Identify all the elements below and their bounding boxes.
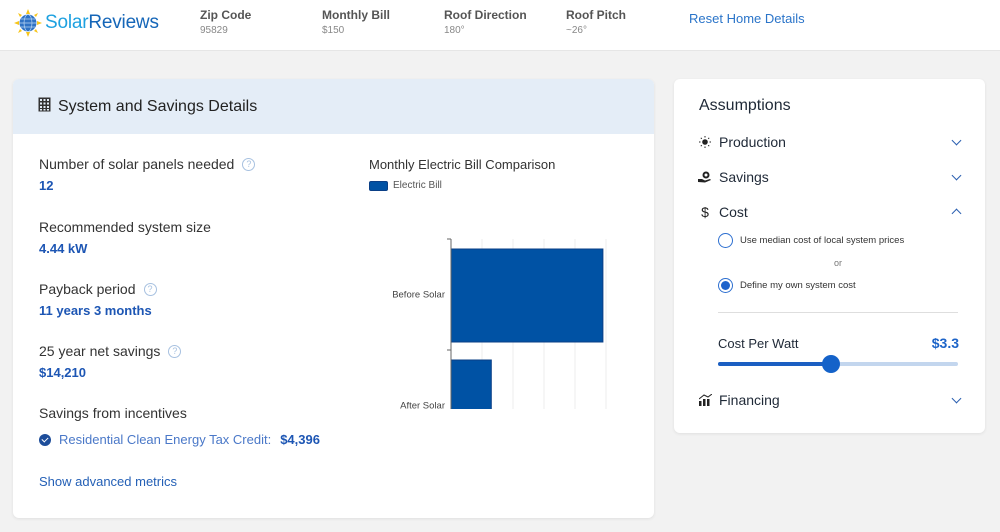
accordion-label: Cost	[719, 204, 748, 220]
top-bar: SolarReviews Zip Code 95829 Monthly Bill…	[0, 0, 1000, 51]
metric-net-savings: 25 year net savings? $14,210	[39, 343, 182, 380]
metric-value: 11 years 3 months	[39, 303, 152, 318]
chart-bars-icon	[698, 394, 712, 406]
chart-legend[interactable]: Electric Bill	[369, 180, 442, 191]
metric-label: Recommended system size	[39, 219, 211, 235]
chart-title: Monthly Electric Bill Comparison	[369, 157, 556, 172]
roof-direction-value: 180°	[444, 25, 465, 36]
chevron-up-icon	[951, 208, 962, 219]
incentives-label: Savings from incentives	[39, 405, 187, 421]
metric-label: Payback period	[39, 281, 136, 297]
incentives-section: Savings from incentives	[39, 405, 187, 421]
sun-globe-logo-icon	[14, 9, 42, 37]
legend-label: Electric Bill	[393, 180, 442, 191]
metric-value: 12	[39, 178, 54, 193]
radio-label: Use median cost of local system prices	[740, 235, 905, 246]
accordion-label: Savings	[719, 169, 769, 185]
zip-code-value: 95829	[200, 25, 228, 36]
bar-after-solar[interactable]	[450, 359, 492, 409]
metric-value: $14,210	[39, 365, 86, 380]
radio-own-cost[interactable]	[718, 278, 733, 293]
accordion-label: Production	[719, 134, 786, 150]
system-savings-title: System and Savings Details	[58, 97, 258, 115]
accordion-label: Financing	[719, 392, 780, 408]
accordion-financing[interactable]: Financing	[698, 389, 962, 411]
cost-per-watt-slider[interactable]	[718, 355, 958, 373]
roof-pitch-label: Roof Pitch	[566, 8, 626, 22]
help-icon[interactable]: ?	[143, 282, 157, 296]
accordion-savings[interactable]: Savings	[698, 166, 962, 188]
help-icon[interactable]: ?	[168, 344, 182, 358]
divider	[718, 312, 958, 313]
incentive-value: $4,396	[280, 432, 320, 447]
metric-label: 25 year net savings	[39, 343, 161, 359]
option-own-cost[interactable]: Define my own system cost	[718, 278, 856, 293]
option-median-cost[interactable]: Use median cost of local system prices	[718, 233, 904, 248]
legend-swatch	[369, 180, 388, 191]
zip-code-field: Zip Code 95829	[200, 8, 251, 36]
metric-value: 4.44 kW	[39, 241, 88, 256]
monthly-bill-label: Monthly Bill	[322, 8, 390, 22]
roof-direction-label: Roof Direction	[444, 8, 527, 22]
or-separator: or	[834, 258, 843, 268]
chevron-down-icon	[951, 135, 962, 145]
hand-coin-icon	[698, 171, 712, 183]
chevron-down-icon	[951, 170, 962, 180]
roof-direction-field: Roof Direction 180°	[444, 8, 527, 36]
bar-before-solar[interactable]	[450, 248, 604, 343]
slider-thumb[interactable]	[821, 355, 840, 373]
system-savings-header: System and Savings Details	[13, 79, 654, 134]
check-circle-icon	[39, 433, 51, 446]
brand-name: SolarReviews	[45, 12, 159, 33]
slider-fill	[718, 362, 831, 366]
solar-panel-grid-icon	[38, 97, 51, 117]
roof-pitch-field: Roof Pitch ~26°	[566, 8, 626, 36]
incentive-label[interactable]: Residential Clean Energy Tax Credit:	[59, 432, 271, 447]
accordion-cost[interactable]: $ Cost	[698, 201, 962, 223]
category-label: Before Solar	[392, 290, 445, 301]
metric-payback-period: Payback period? 11 years 3 months	[39, 281, 157, 318]
solarreviews-logo[interactable]: SolarReviews	[14, 9, 159, 37]
zip-code-label: Zip Code	[200, 8, 252, 22]
radio-label: Define my own system cost	[740, 280, 856, 291]
metric-panels-needed: Number of solar panels needed? 12	[39, 156, 256, 193]
monthly-bill-field: Monthly Bill $150	[322, 8, 390, 36]
monthly-bill-value: $150	[322, 25, 345, 36]
assumptions-card: Assumptions Production Savings $ Cost Us…	[674, 79, 985, 433]
bill-comparison-chart: Before SolarAfter Solar$0$20$40$60$80$10…	[392, 238, 607, 410]
cost-per-watt-value: $3.3	[931, 335, 959, 351]
reset-home-details-link[interactable]: Reset Home Details	[689, 11, 805, 26]
category-label: After Solar	[400, 401, 445, 410]
dollar-icon: $	[701, 204, 709, 220]
accordion-production[interactable]: Production	[698, 131, 962, 153]
incentive-item: Residential Clean Energy Tax Credit: $4,…	[39, 432, 320, 447]
roof-pitch-value: ~26°	[566, 25, 587, 36]
metric-system-size: Recommended system size 4.44 kW	[39, 219, 211, 256]
assumptions-title: Assumptions	[699, 97, 791, 114]
metric-label: Number of solar panels needed	[39, 156, 235, 172]
help-icon[interactable]: ?	[242, 157, 256, 171]
sun-icon	[698, 136, 712, 148]
chevron-down-icon	[951, 393, 962, 403]
show-advanced-metrics-link[interactable]: Show advanced metrics	[39, 474, 177, 489]
cost-per-watt-label: Cost Per Watt	[718, 336, 799, 351]
radio-median-cost[interactable]	[718, 233, 733, 248]
system-savings-card: System and Savings Details Number of sol…	[13, 79, 654, 518]
